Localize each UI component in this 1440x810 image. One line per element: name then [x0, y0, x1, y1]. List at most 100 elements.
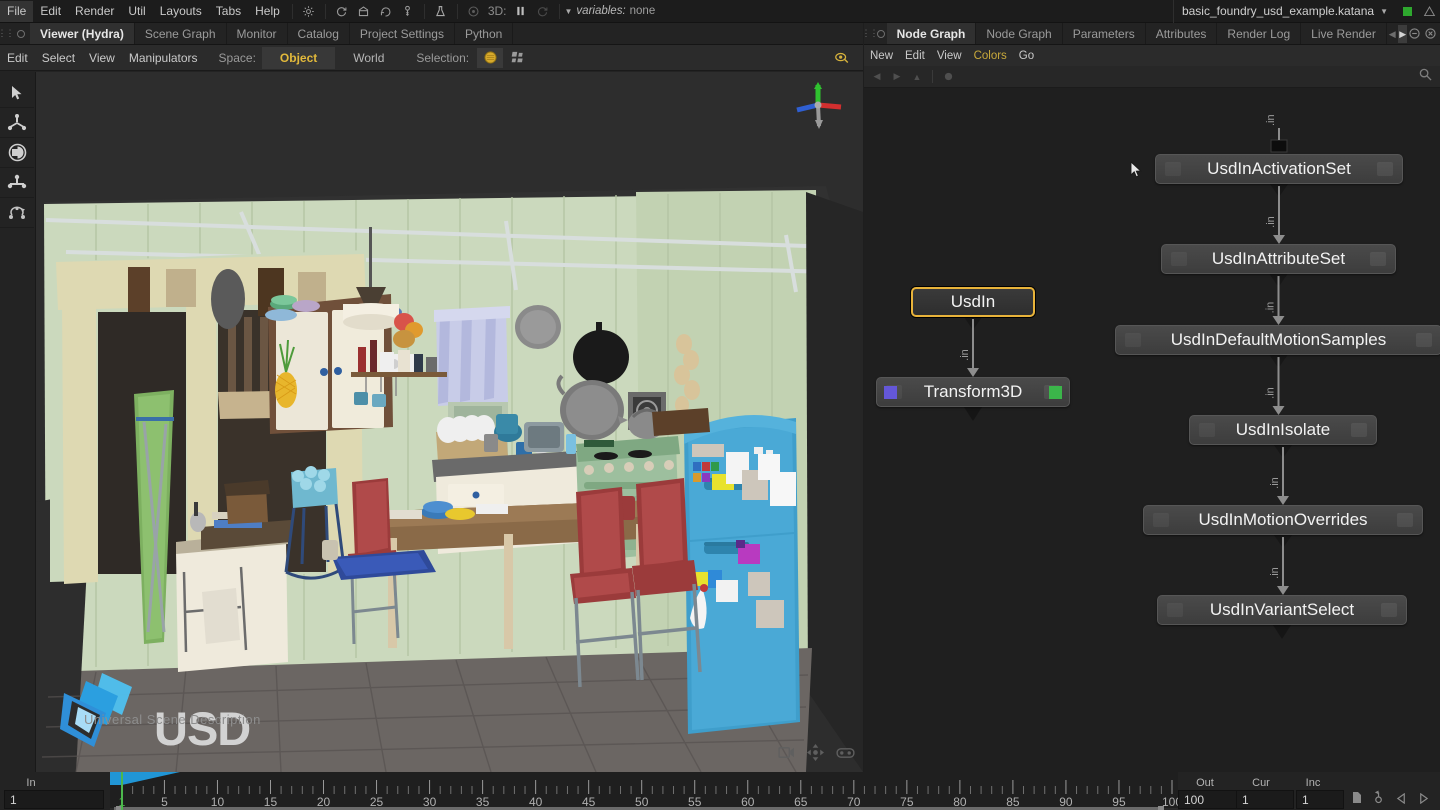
panel-grip-icon[interactable]: ⋮⋮ [862, 23, 879, 44]
menu-edit[interactable]: Edit [33, 1, 68, 22]
mouse-cursor-icon [1130, 160, 1143, 184]
node-usdin[interactable]: UsdIn [911, 287, 1035, 317]
axis-gizmo[interactable] [789, 80, 847, 130]
panel-grip-icon[interactable]: ⋮⋮ [0, 23, 15, 44]
nodegraph-menu-view[interactable]: View [931, 48, 968, 64]
node-output-handle [1370, 252, 1386, 266]
search-icon[interactable] [1419, 68, 1432, 86]
svg-text:5: 5 [161, 795, 168, 809]
node-output-handle [1397, 513, 1413, 527]
node-transform3d[interactable]: Transform3D [876, 377, 1070, 407]
node-usdinattributeset[interactable]: UsdInAttributeSet [1161, 244, 1396, 274]
node-usdinisolate[interactable]: UsdInIsolate [1189, 415, 1377, 445]
viewer-menu-select[interactable]: Select [35, 48, 82, 68]
view-icon[interactable] [836, 746, 855, 764]
viewer-menu-manipulators[interactable]: Manipulators [122, 48, 205, 68]
camera-icon[interactable] [778, 746, 795, 764]
menu-render[interactable]: Render [68, 1, 121, 22]
timeline-cur-field[interactable]: 1 [1236, 790, 1294, 809]
node-output-handle [1416, 333, 1432, 347]
nodegraph-menu-edit[interactable]: Edit [899, 48, 931, 64]
viewport-3d[interactable]: USD Universal Scene Description [36, 72, 863, 772]
pan-icon[interactable] [807, 744, 824, 766]
timeline-playhead[interactable] [121, 772, 123, 810]
disabled-render-icon[interactable] [463, 2, 485, 21]
nodegraph-menu-new[interactable]: New [864, 48, 899, 64]
viewer-menu-edit[interactable]: Edit [0, 48, 35, 68]
space-world-button[interactable]: World [335, 47, 402, 69]
key-icon[interactable] [397, 2, 419, 21]
minimize-icon[interactable] [1408, 27, 1421, 40]
tab-viewer-hydra[interactable]: Viewer (Hydra) [30, 23, 135, 44]
nodegraph-menu-colors[interactable]: Colors [968, 48, 1013, 64]
tab-live-render[interactable]: Live Render [1301, 23, 1387, 44]
forward-arrow-icon[interactable]: ▶ [888, 69, 906, 85]
select-arrow-icon[interactable] [0, 78, 34, 108]
selection-faces-icon[interactable] [505, 48, 531, 68]
tab-parameters[interactable]: Parameters [1063, 23, 1146, 44]
reload-icon[interactable] [375, 2, 397, 21]
timeline-bar: In 1 15101520253035404550556065707580859… [0, 772, 1440, 810]
key-prev-icon[interactable] [1373, 790, 1385, 809]
variables-selector[interactable]: ▼ variables: none [565, 5, 664, 17]
tab-node-graph-2[interactable]: Node Graph [976, 23, 1063, 44]
tab-scene-graph[interactable]: Scene Graph [135, 23, 227, 44]
keyframe-icon[interactable] [1352, 791, 1362, 809]
tab-python[interactable]: Python [455, 23, 514, 44]
gear-icon[interactable] [298, 2, 320, 21]
render-icon[interactable] [353, 2, 375, 21]
timeline-inc-field[interactable]: 1 [1296, 790, 1344, 809]
menu-layouts[interactable]: Layouts [153, 1, 209, 22]
viewer-menu-view[interactable]: View [82, 48, 122, 68]
step-forward-icon[interactable] [1418, 791, 1429, 809]
usd-watermark: USD [58, 667, 251, 752]
back-arrow-icon[interactable]: ◀ [868, 69, 886, 85]
nodegraph-menu-go[interactable]: Go [1013, 48, 1040, 64]
timeline-out-field[interactable]: 100 [1178, 790, 1242, 809]
project-file-selector[interactable]: basic_foundry_usd_example.katana ▼ [1172, 0, 1396, 23]
node-color-chip-left[interactable] [884, 385, 897, 399]
node-usdinvariantselect[interactable]: UsdInVariantSelect [1157, 595, 1407, 625]
warning-icon[interactable] [1418, 2, 1440, 21]
node-usdinmotionoverrides[interactable]: UsdInMotionOverrides [1143, 505, 1423, 535]
node-usdinactivationset[interactable]: UsdInActivationSet [1155, 154, 1403, 184]
menu-file[interactable]: File [0, 0, 34, 22]
menu-tabs[interactable]: Tabs [209, 1, 248, 22]
selection-object-icon[interactable] [477, 47, 504, 68]
tab-node-graph-1[interactable]: Node Graph [886, 23, 977, 44]
tab-project-settings[interactable]: Project Settings [350, 23, 455, 44]
tab-scroll-right-icon[interactable]: ▶ [1398, 25, 1408, 43]
timeline-in-field[interactable]: 1 [4, 790, 104, 809]
node-label: UsdInAttributeSet [1211, 249, 1346, 268]
tab-render-log[interactable]: Render Log [1217, 23, 1302, 44]
viewer-lock-icon[interactable] [829, 48, 855, 68]
close-icon[interactable] [1424, 27, 1437, 40]
rotate-manipulator-icon[interactable] [0, 168, 34, 198]
pivot-manipulator-icon[interactable] [0, 198, 34, 228]
node-color-chip-right[interactable] [1049, 385, 1062, 399]
menu-help[interactable]: Help [248, 1, 287, 22]
up-arrow-icon[interactable]: ▲ [908, 69, 926, 85]
svg-text:.in: .in [1265, 216, 1277, 228]
translate-manipulator-icon[interactable] [0, 108, 34, 138]
svg-text:60: 60 [741, 795, 755, 809]
reload-disabled-icon[interactable] [532, 2, 554, 21]
menubar-divider-1 [291, 3, 293, 19]
menu-util[interactable]: Util [121, 1, 152, 22]
tab-catalog[interactable]: Catalog [288, 23, 350, 44]
node-icon[interactable] [939, 69, 957, 85]
node-usdindefaultmotionsamples[interactable]: UsdInDefaultMotionSamples [1115, 325, 1440, 355]
tab-scroll-left-icon[interactable]: ◀ [1388, 25, 1397, 43]
refresh-icon[interactable] [331, 2, 353, 21]
scale-manipulator-icon[interactable] [0, 138, 34, 168]
panel-options-icon[interactable] [11, 23, 30, 44]
pause-icon[interactable] [510, 2, 532, 21]
timeline-ruler[interactable]: 1510152025303540455055606570758085909510… [110, 772, 1178, 810]
tab-attributes[interactable]: Attributes [1146, 23, 1218, 44]
panel-options-icon[interactable] [875, 23, 887, 44]
tab-monitor[interactable]: Monitor [227, 23, 288, 44]
space-object-button[interactable]: Object [261, 46, 336, 69]
svg-text:10: 10 [211, 795, 225, 809]
step-back-icon[interactable] [1396, 791, 1407, 809]
flask-icon[interactable] [430, 2, 452, 21]
